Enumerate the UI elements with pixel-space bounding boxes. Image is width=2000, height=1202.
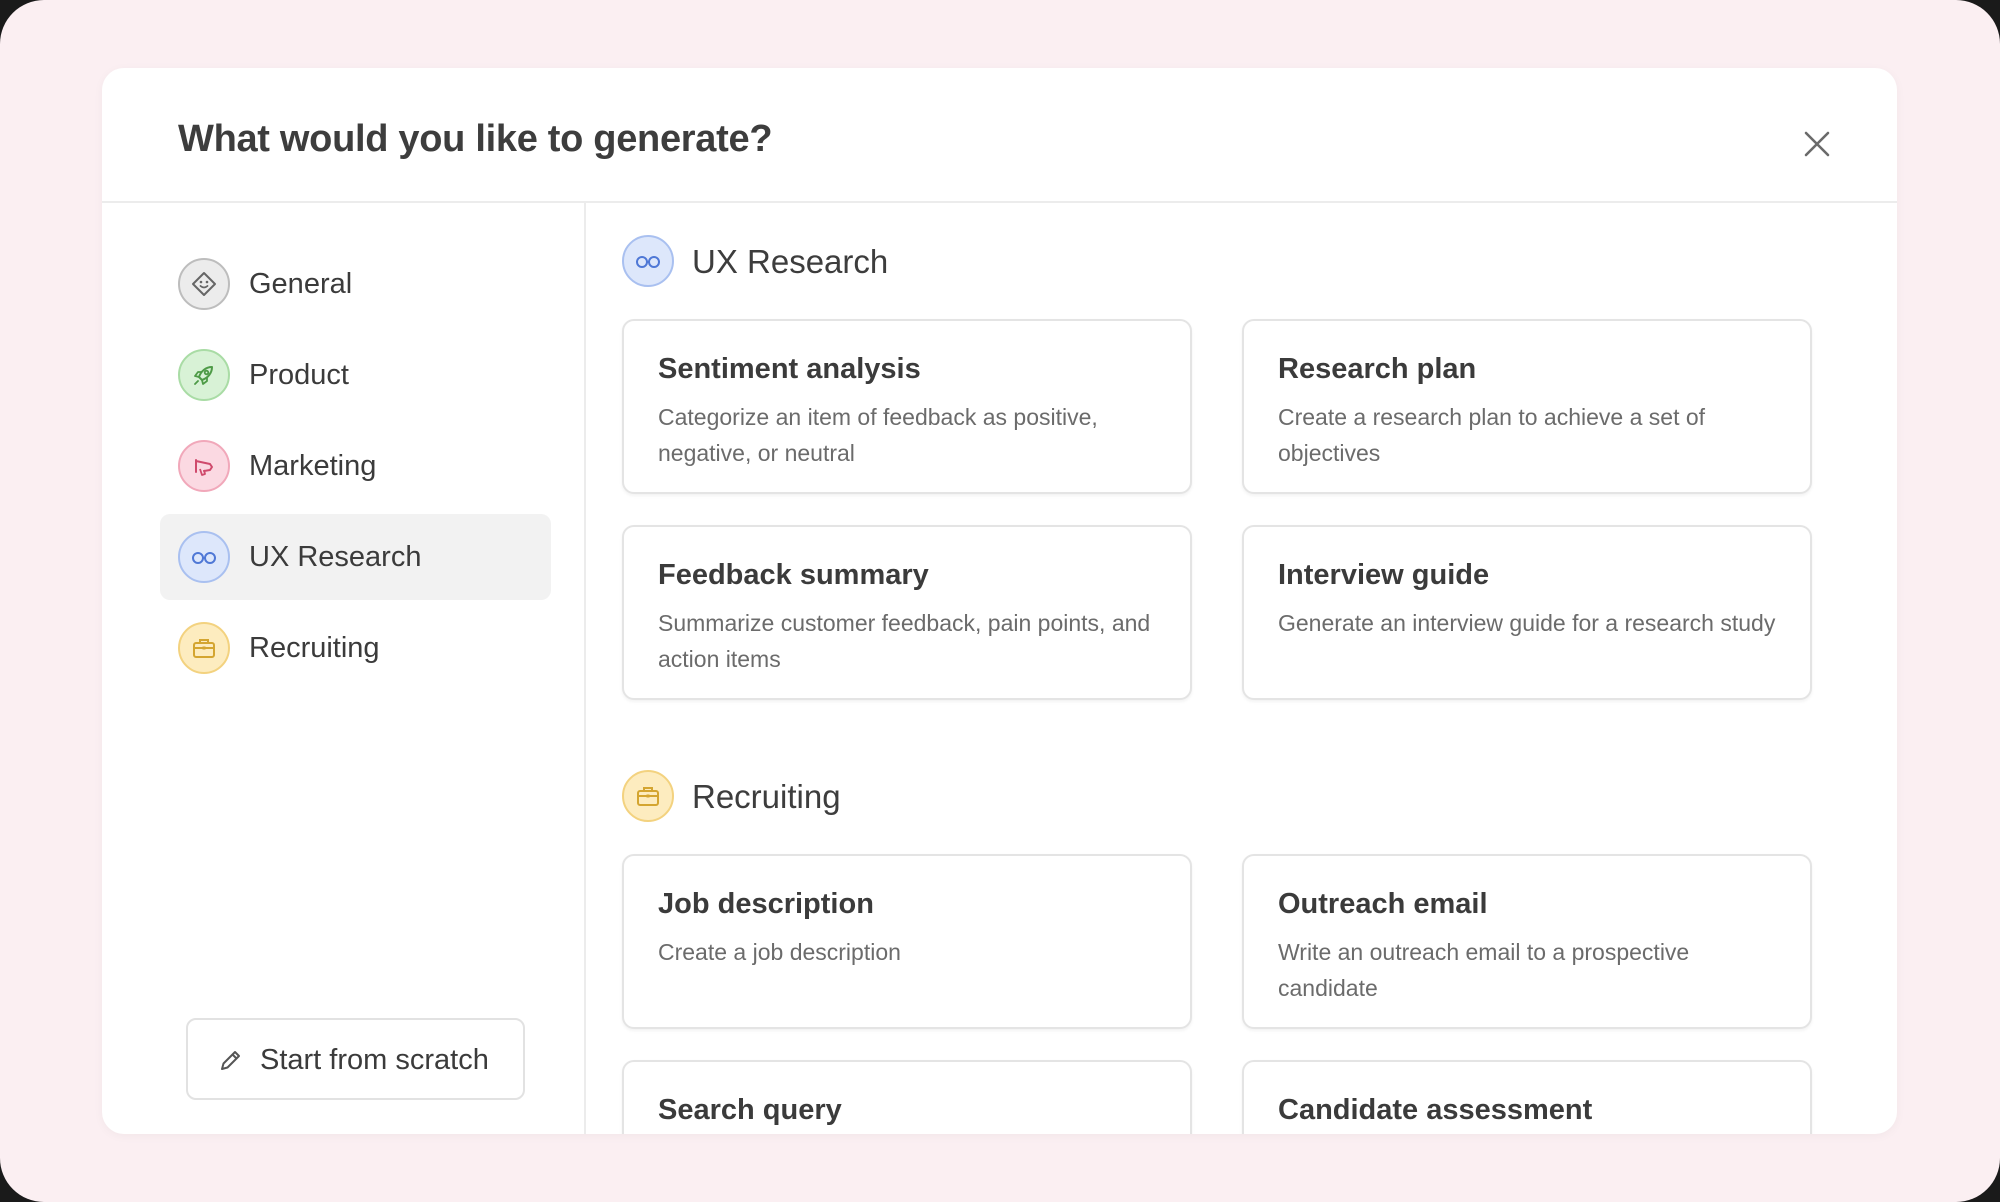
start-from-scratch-button[interactable]: Start from scratch bbox=[186, 1018, 525, 1100]
card-title: Sentiment analysis bbox=[658, 353, 921, 386]
sidebar-item-recruiting[interactable]: Recruiting bbox=[160, 605, 551, 691]
glasses-icon bbox=[178, 531, 230, 583]
section-title: Recruiting bbox=[692, 778, 841, 816]
rocket-icon bbox=[178, 349, 230, 401]
sidebar-item-product[interactable]: Product bbox=[160, 332, 551, 418]
card-title: Outreach email bbox=[1278, 888, 1488, 921]
sidebar-item-label: Recruiting bbox=[249, 632, 380, 665]
card-title: Research plan bbox=[1278, 353, 1476, 386]
close-button[interactable] bbox=[1797, 124, 1837, 164]
sidebar-item-general[interactable]: General bbox=[160, 241, 551, 327]
dialog-header: What would you like to generate? bbox=[102, 68, 1897, 203]
close-icon bbox=[1797, 124, 1837, 164]
generate-dialog: What would you like to generate? Gener bbox=[102, 68, 1897, 1134]
card-title: Interview guide bbox=[1278, 559, 1489, 592]
smiley-icon bbox=[178, 258, 230, 310]
sidebar-item-marketing[interactable]: Marketing bbox=[160, 423, 551, 509]
template-card-interview-guide[interactable]: Interview guide Generate an interview gu… bbox=[1242, 525, 1812, 700]
card-title: Job description bbox=[658, 888, 874, 921]
sidebar-item-label: Marketing bbox=[249, 450, 376, 483]
template-card-job-description[interactable]: Job description Create a job description bbox=[622, 854, 1192, 1029]
app-background: What would you like to generate? Gener bbox=[0, 0, 2000, 1202]
sidebar-item-label: General bbox=[249, 268, 352, 301]
category-sidebar: General Product bbox=[102, 203, 586, 1134]
card-description: Write an outreach email to a prospective… bbox=[1278, 934, 1788, 1006]
card-title: Candidate assessment bbox=[1278, 1094, 1592, 1127]
card-description: Summarize customer feedback, pain points… bbox=[658, 605, 1168, 677]
card-description: Categorize an item of feedback as positi… bbox=[658, 399, 1168, 471]
glasses-icon bbox=[622, 235, 674, 287]
card-description: Generate an interview guide for a resear… bbox=[1278, 605, 1788, 641]
pencil-icon bbox=[216, 1047, 244, 1075]
briefcase-icon bbox=[178, 622, 230, 674]
sidebar-item-label: UX Research bbox=[249, 541, 421, 574]
template-card-sentiment-analysis[interactable]: Sentiment analysis Categorize an item of… bbox=[622, 319, 1192, 494]
card-title: Search query bbox=[658, 1094, 842, 1127]
section-title: UX Research bbox=[692, 243, 888, 281]
megaphone-icon bbox=[178, 440, 230, 492]
template-card-feedback-summary[interactable]: Feedback summary Summarize customer feed… bbox=[622, 525, 1192, 700]
template-card-outreach-email[interactable]: Outreach email Write an outreach email t… bbox=[1242, 854, 1812, 1029]
dialog-title: What would you like to generate? bbox=[178, 118, 772, 161]
template-card-candidate-assessment[interactable]: Candidate assessment bbox=[1242, 1060, 1812, 1134]
template-list: UX Research Sentiment analysis Categoriz… bbox=[588, 205, 1897, 1134]
template-card-research-plan[interactable]: Research plan Create a research plan to … bbox=[1242, 319, 1812, 494]
card-description: Create a research plan to achieve a set … bbox=[1278, 399, 1788, 471]
sidebar-item-ux-research[interactable]: UX Research bbox=[160, 514, 551, 600]
start-from-scratch-label: Start from scratch bbox=[260, 1044, 489, 1077]
sidebar-item-label: Product bbox=[249, 359, 349, 392]
card-title: Feedback summary bbox=[658, 559, 929, 592]
template-card-search-query[interactable]: Search query bbox=[622, 1060, 1192, 1134]
card-description: Create a job description bbox=[658, 934, 1168, 970]
briefcase-icon bbox=[622, 770, 674, 822]
